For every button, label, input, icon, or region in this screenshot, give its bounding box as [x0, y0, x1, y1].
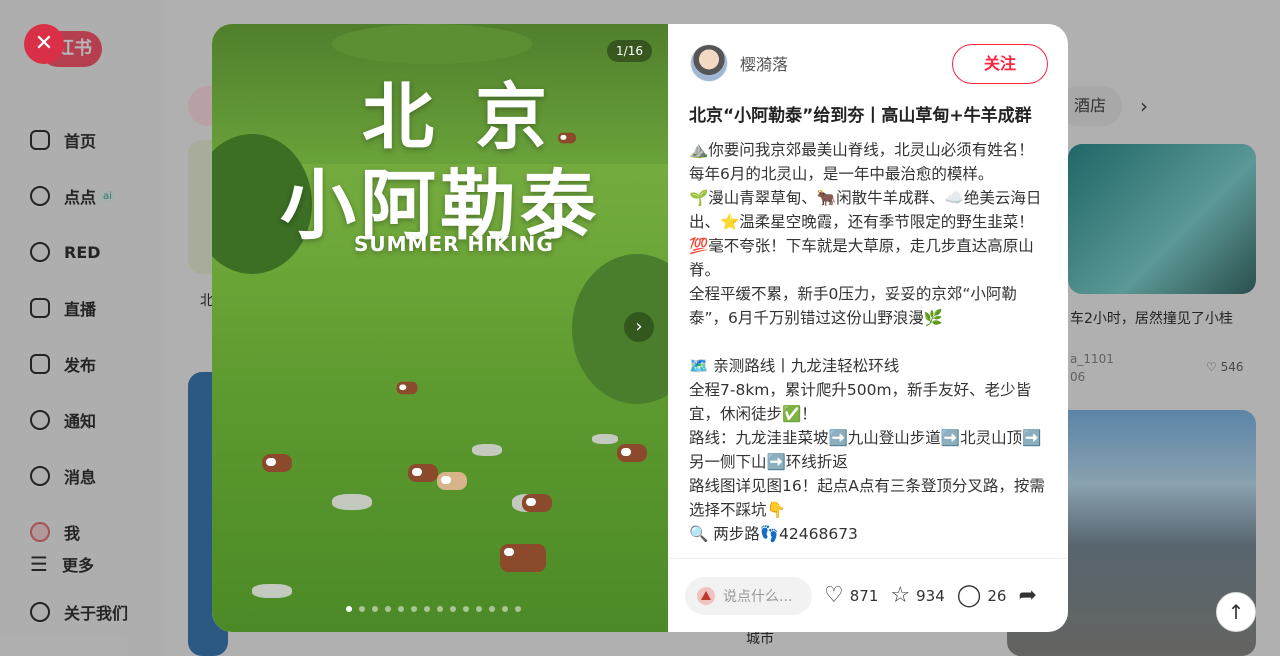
cow-shape — [408, 464, 438, 482]
rock-shape — [472, 444, 502, 456]
post-modal: 1/16 北 京 小阿勒泰 SUMMER HIKING › 樱漪落 关注 北京“… — [212, 24, 1068, 632]
cow-shape — [500, 544, 546, 572]
comment-icon: ◯ — [956, 582, 982, 608]
collect-count: 934 — [916, 586, 945, 605]
rock-shape — [252, 584, 292, 598]
carousel-dot[interactable] — [424, 606, 430, 612]
cow-shape — [262, 454, 292, 472]
user-avatar-icon — [697, 586, 715, 605]
author-info[interactable]: 樱漪落 — [690, 44, 788, 82]
carousel-dot[interactable] — [359, 606, 365, 612]
cow-shape — [558, 132, 576, 144]
post-body: ⛰️你要问我京郊最美山脊线，北灵山必须有姓名！每年6月的北灵山，是一年中最治愈的… — [689, 138, 1049, 546]
carousel-dot[interactable] — [372, 606, 378, 612]
chevron-right-icon: › — [635, 316, 643, 337]
post-paragraph: ⛰️你要问我京郊最美山脊线，北灵山必须有姓名！每年6月的北灵山，是一年中最治愈的… — [689, 141, 1034, 183]
post-paragraph: 💯毫不夸张！下车就是大草原，走几步直达高原山脊。 — [689, 237, 1034, 279]
cow-shape — [437, 472, 467, 490]
share-button[interactable]: ➦ — [1018, 582, 1037, 608]
cow-shape — [396, 381, 418, 395]
carousel-dot[interactable] — [463, 606, 469, 612]
comment-button[interactable]: ◯ 26 — [956, 582, 1007, 608]
carousel-dot[interactable] — [398, 606, 404, 612]
comment-placeholder: 说点什么... — [723, 588, 793, 605]
post-paragraph: 全程7-8km，累计爬升500m，新手友好、老少皆宜，休闲徒步✅！ — [689, 381, 1032, 423]
follow-button[interactable]: 关注 — [952, 44, 1048, 84]
carousel-dot[interactable] — [411, 606, 417, 612]
arrow-up-icon: ↑ — [1227, 600, 1245, 624]
share-icon: ➦ — [1018, 582, 1037, 608]
post-detail-panel: 樱漪落 关注 北京“小阿勒泰”给到夯丨高山草甸+牛羊成群 ⛰️你要问我京郊最美山… — [668, 24, 1068, 632]
like-count: 871 — [849, 586, 879, 605]
close-button[interactable]: ✕ — [24, 24, 64, 64]
carousel-dot[interactable] — [502, 606, 508, 612]
cow-shape — [522, 494, 552, 512]
post-paragraph: 🗺️ 亲测路线丨九龙洼轻松环线 — [689, 357, 900, 375]
collect-button[interactable]: ☆ 934 — [890, 582, 945, 608]
post-paragraph: 全程平缓不累，新手0压力，妥妥的京郊“小阿勒泰”，6月千万别错过这份山野浪漫🌿 — [689, 285, 1017, 327]
carousel-dot[interactable] — [489, 606, 495, 612]
author-avatar[interactable] — [690, 44, 728, 82]
image-title-line3: SUMMER HIKING — [354, 232, 554, 256]
engagement-bar: 说点什么... ♡ 871 ☆ 934 ◯ 26 ➦ — [668, 558, 1068, 632]
image-counter: 1/16 — [607, 40, 652, 62]
author-name[interactable]: 樱漪落 — [740, 51, 788, 75]
cow-shape — [617, 444, 647, 462]
carousel-dot[interactable] — [385, 606, 391, 612]
rock-shape — [332, 494, 372, 510]
close-icon: ✕ — [34, 31, 54, 56]
heart-icon: ♡ — [824, 582, 844, 608]
post-paragraph: 路线：九龙洼韭菜坡➡️九山登山步道➡️北灵山顶➡️另一侧下山➡️环线折返 — [689, 429, 1042, 471]
post-title: 北京“小阿勒泰”给到夯丨高山草甸+牛羊成群 — [689, 106, 1032, 126]
post-paragraph: 🔍 两步路👣42468673 — [689, 525, 858, 543]
rock-shape — [592, 434, 618, 444]
comment-input[interactable]: 说点什么... — [685, 576, 812, 615]
next-image-button[interactable]: › — [624, 312, 654, 342]
carousel-dot[interactable] — [450, 606, 456, 612]
post-paragraph: 🌱漫山青翠草甸、🐂闲散牛羊成群、☁️绝美云海日出、⭐温柔星空晚霞，还有季节限定的… — [689, 189, 1042, 231]
carousel-dots — [346, 606, 521, 612]
post-paragraph-gap — [689, 330, 1049, 354]
star-icon: ☆ — [890, 582, 911, 608]
carousel-dot[interactable] — [476, 606, 482, 612]
carousel-dot[interactable] — [437, 606, 443, 612]
post-image-carousel[interactable]: 1/16 北 京 小阿勒泰 SUMMER HIKING › — [212, 24, 668, 632]
comment-count: 26 — [987, 586, 1007, 605]
post-content[interactable]: 北京“小阿勒泰”给到夯丨高山草甸+牛羊成群 ⛰️你要问我京郊最美山脊线，北灵山必… — [689, 102, 1049, 560]
scroll-to-top-button[interactable]: ↑ — [1216, 592, 1256, 632]
like-button[interactable]: ♡ 871 — [824, 582, 879, 608]
carousel-dot[interactable] — [515, 606, 521, 612]
post-paragraph: 路线图详见图16！起点A点有三条登顶分叉路，按需选择不踩坑👇 — [689, 477, 1045, 519]
carousel-dot[interactable] — [346, 606, 352, 612]
